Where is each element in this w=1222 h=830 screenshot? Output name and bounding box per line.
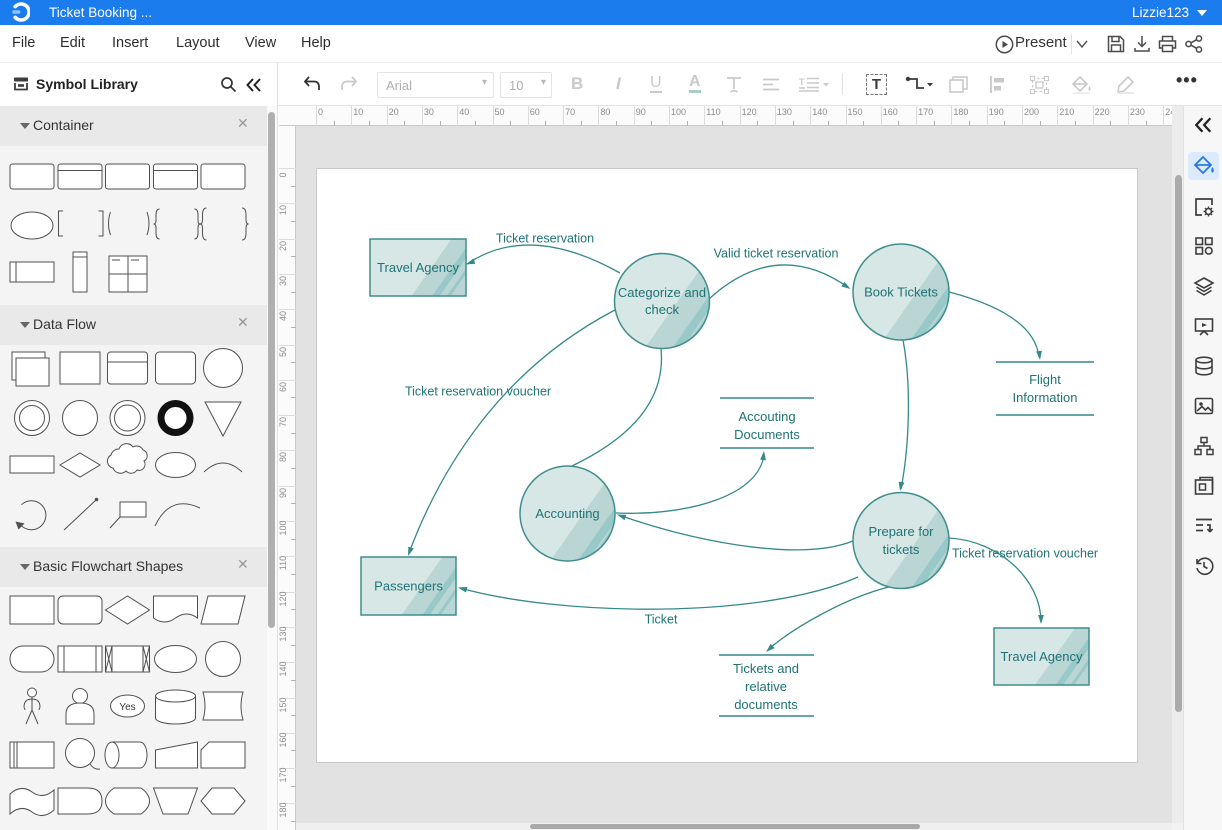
svg-text:documents: documents: [734, 697, 798, 712]
svg-text:Tickets and: Tickets and: [733, 661, 799, 676]
svg-text:Travel Agency: Travel Agency: [1001, 649, 1083, 664]
svg-text:Documents: Documents: [734, 427, 800, 442]
svg-text:Flight: Flight: [1029, 372, 1061, 387]
svg-text:Ticket reservation voucher: Ticket reservation voucher: [405, 385, 551, 399]
svg-text:Prepare for: Prepare for: [868, 524, 934, 539]
svg-text:Categorize and: Categorize and: [618, 285, 706, 300]
svg-text:Ticket: Ticket: [645, 613, 678, 627]
svg-text:Passengers: Passengers: [374, 579, 443, 594]
svg-text:Ticket reservation voucher: Ticket reservation voucher: [952, 547, 1098, 561]
svg-text:Information: Information: [1012, 390, 1077, 405]
svg-text:Accouting: Accouting: [738, 409, 795, 424]
svg-text:T: T: [799, 77, 805, 87]
svg-text:relative: relative: [745, 679, 787, 694]
svg-text:Valid ticket reservation: Valid ticket reservation: [714, 247, 839, 261]
svg-text:Yes: Yes: [119, 702, 135, 713]
svg-text:check: check: [645, 302, 679, 317]
svg-text:Accounting: Accounting: [535, 506, 599, 521]
svg-text:Ticket reservation: Ticket reservation: [496, 232, 594, 246]
svg-text:Travel Agency: Travel Agency: [377, 260, 459, 275]
svg-text:tickets: tickets: [883, 542, 920, 557]
svg-text:Book Tickets: Book Tickets: [864, 285, 938, 300]
